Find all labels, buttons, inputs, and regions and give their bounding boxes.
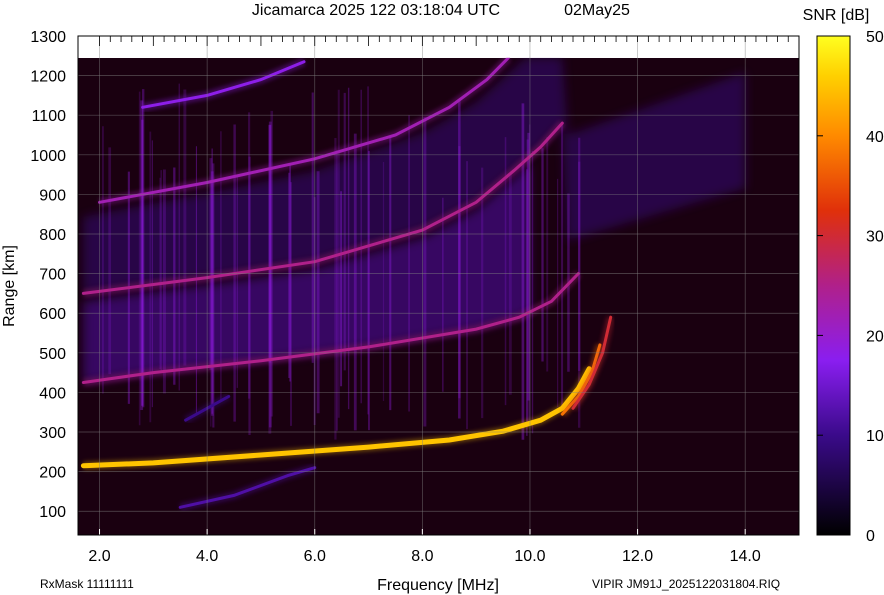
y-tick-label: 100 [39, 504, 66, 521]
y-tick-label: 400 [39, 385, 66, 402]
y-tick-label: 200 [39, 465, 66, 482]
x-tick-label: 14.0 [730, 548, 761, 565]
colorbar-tick-label: 20 [866, 328, 884, 345]
x-tick-label: 6.0 [304, 548, 326, 565]
x-tick-label: 4.0 [196, 548, 218, 565]
y-axis-label: Range [km] [1, 245, 18, 327]
y-tick-label: 600 [39, 306, 66, 323]
no-data-band-overlay [78, 36, 799, 58]
x-tick-label: 8.0 [411, 548, 433, 565]
y-tick-label: 900 [39, 187, 66, 204]
y-tick-label: 1000 [30, 148, 66, 165]
y-tick-label: 800 [39, 227, 66, 244]
y-tick-label: 500 [39, 346, 66, 363]
colorbar-label: SNR [dB] [803, 7, 870, 24]
x-tick-label: 10.0 [514, 548, 545, 565]
file-name-text: VIPIR JM91J_2025122031804.RIQ [592, 577, 780, 591]
x-axis-label: Frequency [MHz] [377, 577, 499, 594]
colorbar-tick-label: 10 [866, 428, 884, 445]
colorbar [816, 35, 851, 536]
chart-date: 02May25 [564, 2, 630, 19]
x-tick-label: 12.0 [622, 548, 653, 565]
rxmask-text: RxMask 11111111 [40, 577, 134, 591]
y-tick-label: 1200 [30, 69, 66, 86]
colorbar-tick-label: 0 [866, 528, 875, 545]
colorbar-tick-label: 40 [866, 129, 884, 146]
x-tick-label: 2.0 [88, 548, 110, 565]
y-tick-label: 700 [39, 267, 66, 284]
y-tick-label: 300 [39, 425, 66, 442]
ionogram-figure: 2.0 4.0 6.0 8.0 10.0 12.0 14.0 100 200 300 400 500 6… [0, 0, 884, 595]
colorbar-tick-label: 30 [866, 229, 884, 246]
colorbar-tick-label: 50 [866, 29, 884, 46]
ionogram-chart: 2.0 4.0 6.0 8.0 10.0 12.0 14.01002003004005006… [1, 2, 884, 594]
y-tick-label: 1300 [30, 29, 66, 46]
y-tick-label: 1100 [32, 108, 67, 125]
chart-title: Jicamarca 2025 122 03:18:04 UTC [252, 2, 500, 19]
